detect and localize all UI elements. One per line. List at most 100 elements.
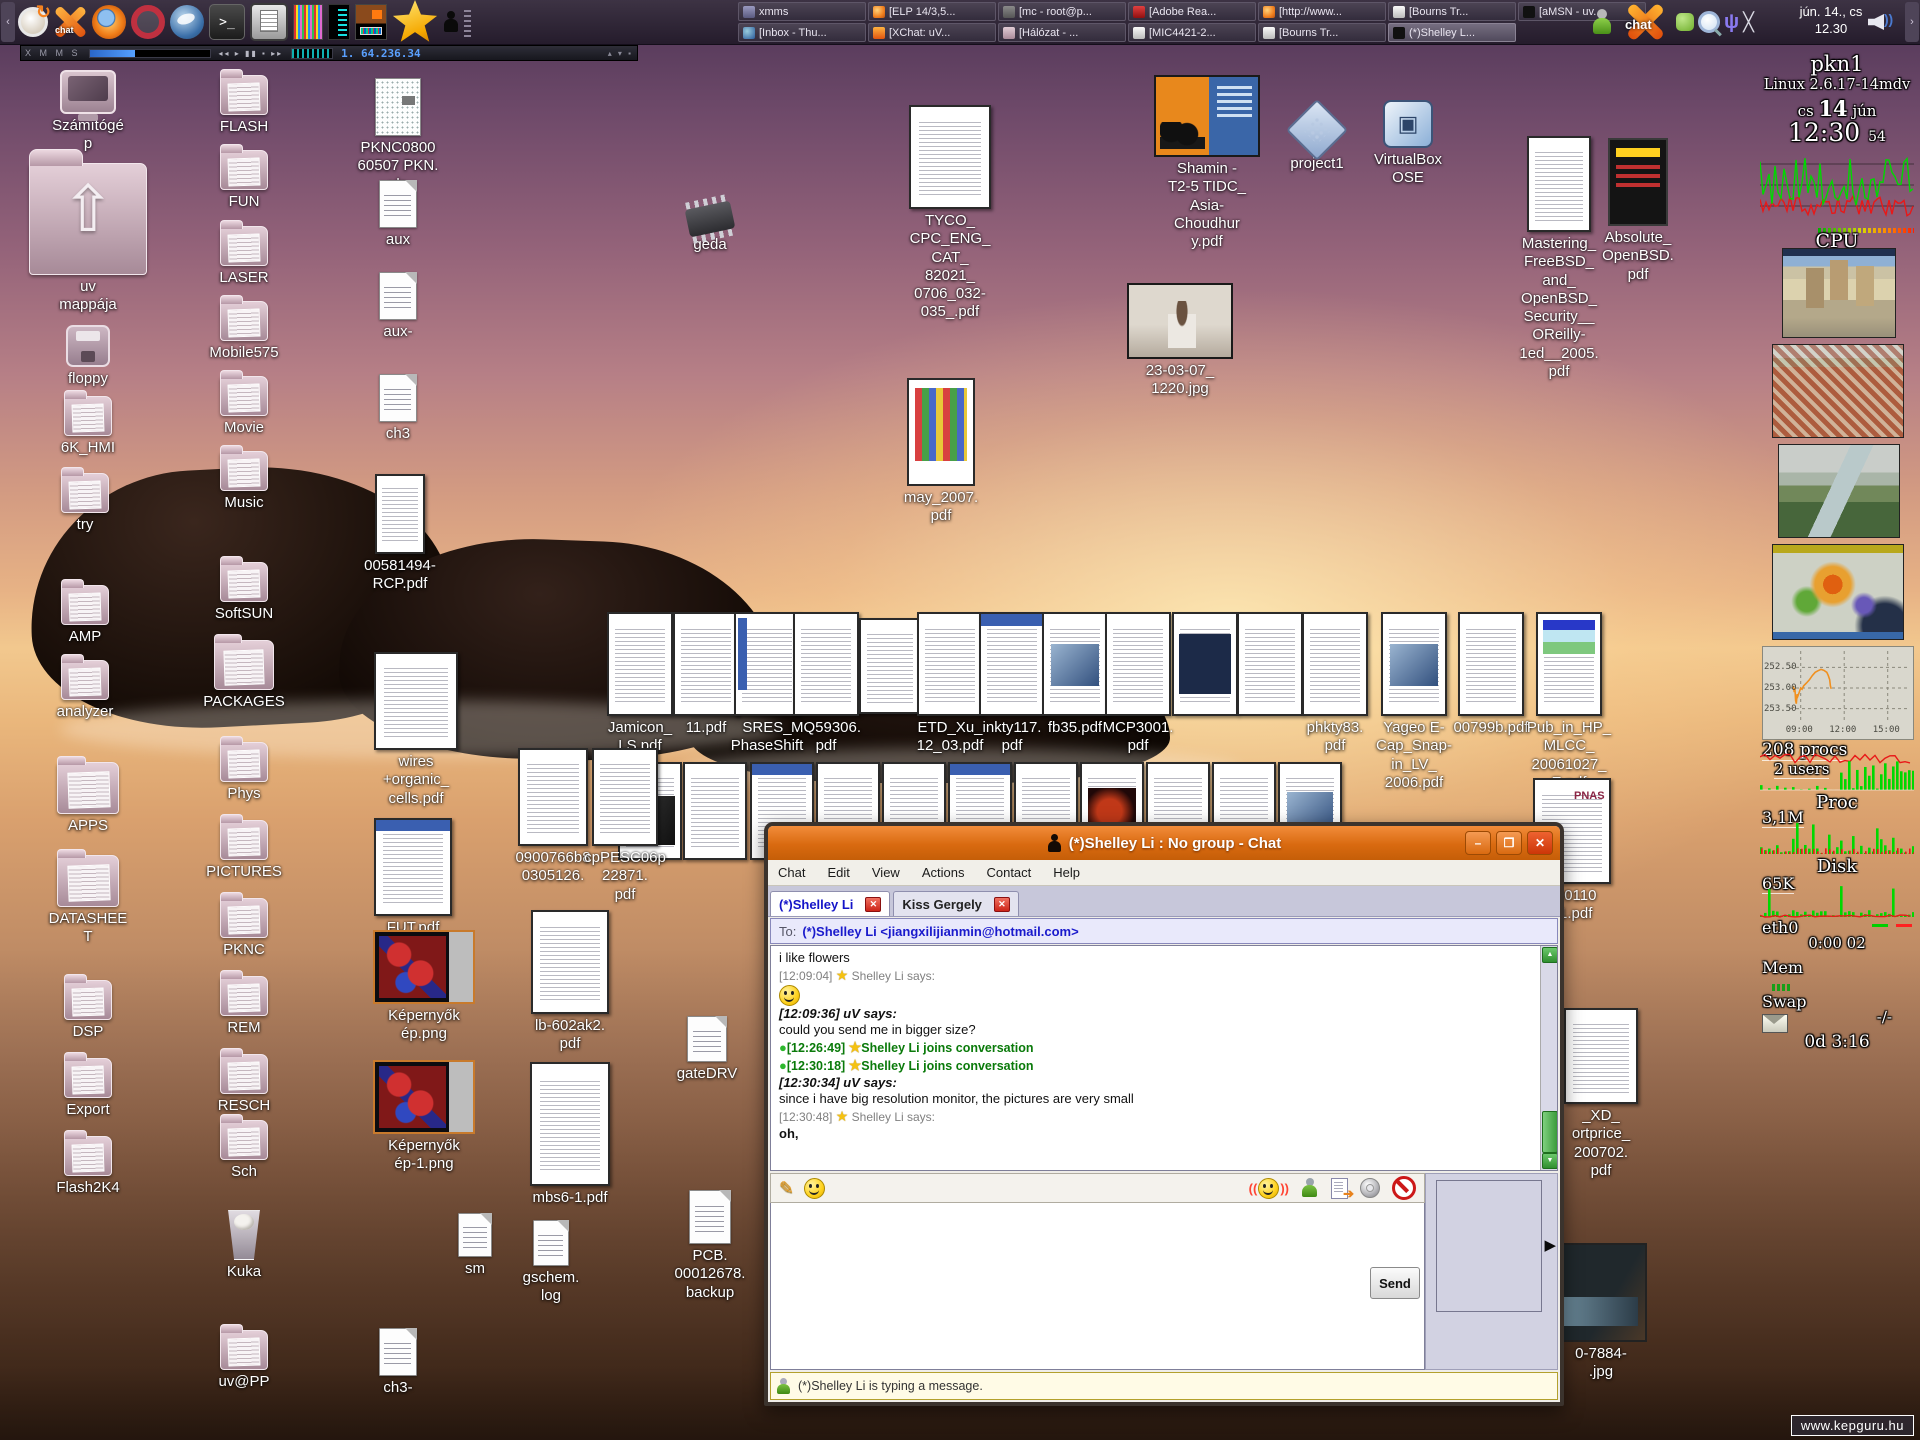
- grip-icon[interactable]: [464, 7, 471, 37]
- desktop-icon[interactable]: ▣VirtualBox OSE: [1348, 100, 1468, 188]
- printer-icon[interactable]: [250, 3, 288, 41]
- xmms-seek-bar[interactable]: [89, 49, 211, 58]
- thunderbird-icon[interactable]: [170, 5, 204, 39]
- magnifier-icon[interactable]: [1698, 11, 1720, 33]
- panel-collapse-left[interactable]: ‹: [1, 2, 15, 42]
- desktop-icon[interactable]: wires +organic_ cells.pdf: [356, 652, 476, 808]
- taskbar-task[interactable]: [mc - root@p...: [998, 2, 1126, 21]
- desktop-icon[interactable]: SoftSUN: [184, 562, 304, 623]
- taskbar-task[interactable]: [http://www...: [1258, 2, 1386, 21]
- desktop-icon[interactable]: RESCH: [184, 1054, 304, 1115]
- desktop-icon[interactable]: ch3: [338, 374, 458, 443]
- menu-item-chat[interactable]: Chat: [778, 865, 805, 880]
- chat-tab[interactable]: Kiss Gergely✕: [893, 891, 1019, 916]
- taskbar-task[interactable]: [Adobe Rea...: [1128, 2, 1256, 21]
- desktop-icon[interactable]: Sch: [184, 1120, 304, 1181]
- desktop-icon[interactable]: Mobile575: [184, 301, 304, 362]
- amsn-person-icon[interactable]: [1592, 9, 1612, 35]
- message-input[interactable]: Send: [770, 1203, 1425, 1370]
- desktop-icon[interactable]: Számítógé p: [28, 70, 148, 154]
- desktop-icon[interactable]: analyzer: [25, 660, 145, 721]
- antenna-icon[interactable]: ψ: [1724, 11, 1739, 34]
- green-bubble-icon[interactable]: [1676, 13, 1694, 31]
- menu-item-edit[interactable]: Edit: [827, 865, 849, 880]
- desktop-icon[interactable]: PACKAGES: [184, 640, 304, 711]
- chat-title-bar[interactable]: (*)Shelley Li : No group - Chat – ❒ ✕: [768, 826, 1560, 860]
- invite-contact-icon[interactable]: [1301, 1178, 1319, 1198]
- desktop-icon[interactable]: PKNC: [184, 898, 304, 959]
- menu-item-actions[interactable]: Actions: [922, 865, 965, 880]
- taskbar-task[interactable]: [MIC4421-2...: [1128, 23, 1256, 42]
- desktop-icon[interactable]: PCB. 00012678. backup: [650, 1190, 770, 1302]
- desktop-icon[interactable]: gateDRV: [647, 1016, 767, 1083]
- send-button[interactable]: Send: [1370, 1267, 1420, 1299]
- desktop-icon[interactable]: Képernyők ép-1.png: [364, 1060, 484, 1174]
- panel-collapse-icon[interactable]: ▶: [1544, 1236, 1556, 1254]
- xmms-transport-controls[interactable]: ◂◂ ▸ ▮▮ ▪ ▸▸: [219, 49, 284, 58]
- volume-speaker-icon[interactable]: [1868, 8, 1902, 36]
- taskbar-task[interactable]: [XChat: uV...: [868, 23, 996, 42]
- desktop-icon[interactable]: cpPESC06p 22871. pdf: [565, 748, 685, 904]
- desktop-icon[interactable]: PICTURES: [184, 820, 304, 881]
- desktop-icon[interactable]: LASER: [184, 226, 304, 287]
- desktop-icon[interactable]: floppy: [28, 325, 148, 388]
- taskbar-task[interactable]: [Hálózat - ...: [998, 23, 1126, 42]
- desktop-icon[interactable]: Flash2K4: [28, 1136, 148, 1197]
- message-history[interactable]: ▲ ▼ i like flowers[12:09:04] ★ Shelley L…: [770, 945, 1558, 1171]
- desktop-icon[interactable]: Music: [184, 451, 304, 512]
- font-pencil-icon[interactable]: ✎: [779, 1178, 794, 1199]
- desktop-icon[interactable]: geda: [650, 205, 770, 254]
- desktop-icon[interactable]: Movie: [184, 376, 304, 437]
- desktop-icon[interactable]: 6K_HMI: [28, 396, 148, 457]
- desktop-icon[interactable]: Pub_in_HP_ MLCC_ 20061027_ E.pdf: [1509, 612, 1629, 792]
- desktop-icon[interactable]: FUT.pdf: [353, 818, 473, 937]
- taskbar-task[interactable]: [Bourns Tr...: [1258, 23, 1386, 42]
- desktop-icon[interactable]: APPS: [28, 762, 148, 835]
- desktop-icon[interactable]: 23-03-07_ 1220.jpg: [1120, 283, 1240, 399]
- desktop-icon[interactable]: TYCO_ CPC_ENG_ CAT_ 82021_ 0706_032- 035…: [890, 105, 1010, 322]
- webcam-icon[interactable]: [1360, 1178, 1380, 1198]
- desktop-icon[interactable]: Kuka: [184, 1210, 304, 1281]
- block-icon[interactable]: [1392, 1176, 1416, 1200]
- terminal-icon[interactable]: >_: [209, 4, 245, 40]
- tab-close-icon[interactable]: ✕: [994, 897, 1010, 912]
- desktop-icon[interactable]: Export: [28, 1058, 148, 1119]
- desktop-icon[interactable]: DSP: [28, 980, 148, 1041]
- nudge-icon[interactable]: (()): [1249, 1178, 1289, 1199]
- app-finder-icon[interactable]: [18, 7, 48, 37]
- vis-brown-icon[interactable]: [355, 4, 387, 40]
- minimize-button[interactable]: –: [1465, 831, 1491, 855]
- taskbar-task[interactable]: [ELP 14/3,5...: [868, 2, 996, 21]
- desktop-icon[interactable]: FLASH: [184, 75, 304, 136]
- desktop-icon[interactable]: 00581494- RCP.pdf: [340, 474, 460, 594]
- desktop-icon[interactable]: DATASHEE T: [28, 855, 148, 947]
- maximize-button[interactable]: ❒: [1496, 831, 1522, 855]
- desktop-icon[interactable]: uv@PP: [184, 1330, 304, 1391]
- desktop-icon[interactable]: Képernyők ép.png: [364, 930, 484, 1044]
- panel-collapse-right[interactable]: ›: [1905, 2, 1919, 42]
- desktop-icon[interactable]: Shamin - T2-5 TIDC_ Asia- Choudhur y.pdf: [1147, 75, 1267, 251]
- chat-tab[interactable]: (*)Shelley Li✕: [770, 891, 890, 916]
- menu-item-help[interactable]: Help: [1053, 865, 1080, 880]
- desktop-icon[interactable]: FUN: [184, 150, 304, 211]
- vis-dark-icon[interactable]: [328, 4, 350, 40]
- taskbar-task[interactable]: [Inbox - Thu...: [738, 23, 866, 42]
- scroll-down-icon[interactable]: ▼: [1542, 1153, 1558, 1169]
- person-mini-icon[interactable]: [443, 11, 459, 33]
- menu-item-view[interactable]: View: [872, 865, 900, 880]
- desktop-icon[interactable]: may_2007. pdf: [881, 378, 1001, 526]
- desktop-icon[interactable]: uv mappája: [28, 163, 148, 315]
- scroll-thumb[interactable]: [1542, 1111, 1558, 1153]
- firefox-icon[interactable]: [92, 5, 126, 39]
- taskbar-task[interactable]: [Bourns Tr...: [1388, 2, 1516, 21]
- desktop-icon[interactable]: mbs6-1.pdf: [510, 1062, 630, 1207]
- send-file-icon[interactable]: [1331, 1178, 1348, 1199]
- desktop-icon[interactable]: Absolute_ OpenBSD. pdf: [1578, 138, 1698, 284]
- spectrum-icon[interactable]: [293, 4, 323, 40]
- desktop-icon[interactable]: gschem. log: [491, 1220, 611, 1306]
- desktop-icon[interactable]: ch3-: [338, 1328, 458, 1397]
- desktop-icon[interactable]: lb-602ak2. pdf: [510, 910, 630, 1054]
- xmms-shade-buttons[interactable]: ▴ ▾ ▪: [608, 49, 633, 58]
- smiley-icon[interactable]: [804, 1178, 825, 1199]
- opera-icon[interactable]: [131, 5, 165, 39]
